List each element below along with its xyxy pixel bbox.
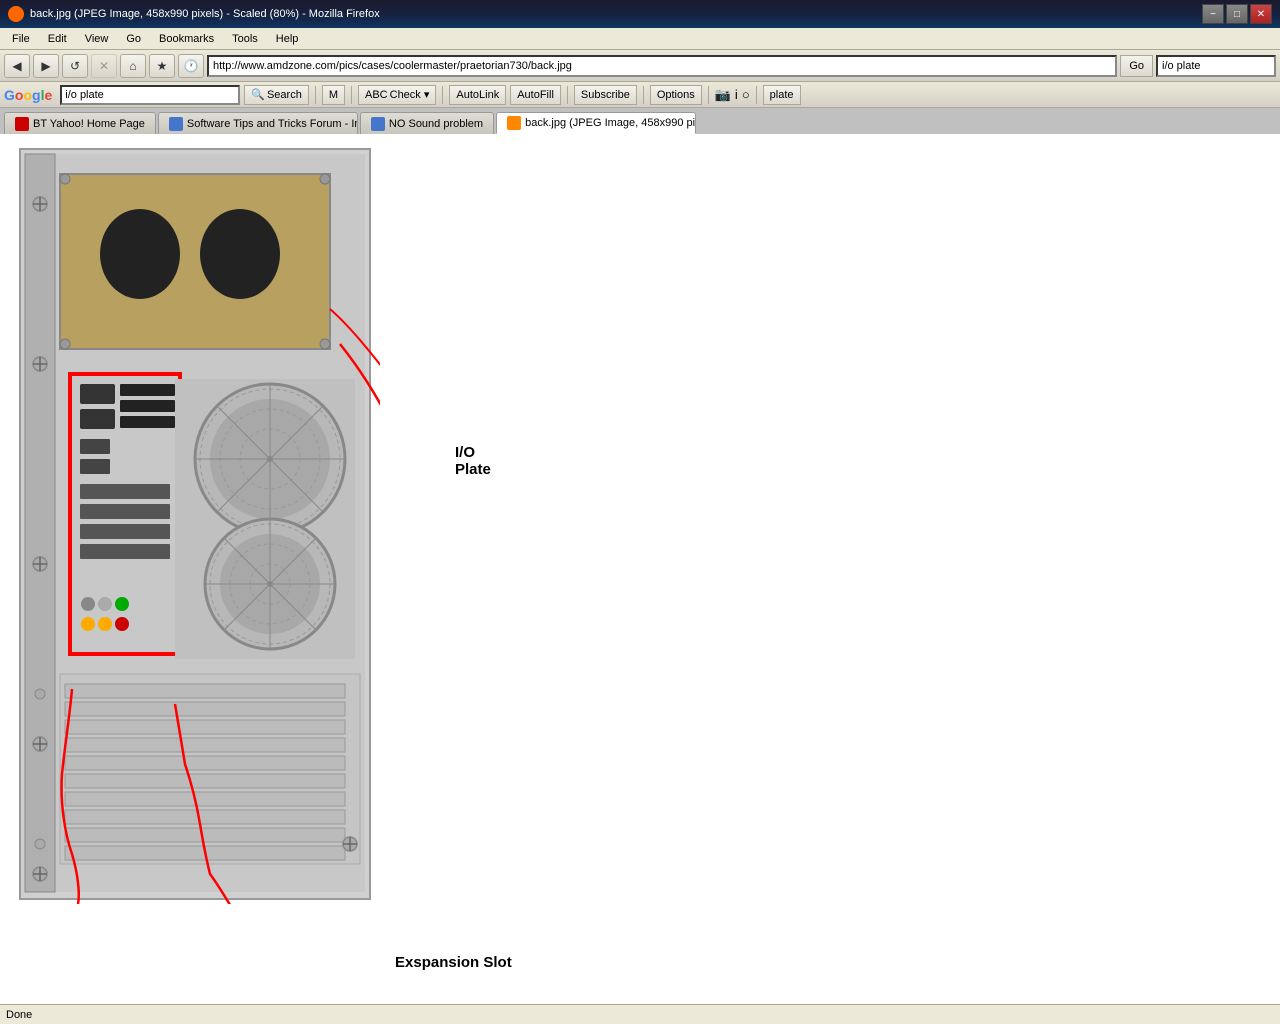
tab-forum-label: Software Tips and Tricks Forum - Inbox xyxy=(187,118,358,130)
navbar-search-input[interactable] xyxy=(1162,60,1252,72)
toolbar-separator-6 xyxy=(708,86,709,104)
google-toolbar: Google 🔍 Search M ABC Check ▾ AutoLink A… xyxy=(0,82,1280,108)
restore-button[interactable]: □ xyxy=(1226,4,1248,24)
case-image xyxy=(10,144,380,904)
io-plate-line2: Plate xyxy=(455,461,491,478)
icon-2: i xyxy=(735,87,738,102)
autofill-label: AutoFill xyxy=(517,89,554,101)
tab-sound-favicon xyxy=(371,117,385,131)
menu-bookmarks[interactable]: Bookmarks xyxy=(151,31,222,47)
home-button[interactable]: ⌂ xyxy=(120,54,146,78)
address-bar-container xyxy=(207,55,1117,77)
expansion-slot-label: Exspansion Slot xyxy=(395,954,512,971)
tab-image-label: back.jpg (JPEG Image, 458x990 pixels) - … xyxy=(525,117,696,129)
tab-yahoo-label: BT Yahoo! Home Page xyxy=(33,118,145,130)
menu-file[interactable]: File xyxy=(4,31,38,47)
toolbar-separator-4 xyxy=(567,86,568,104)
plate-button[interactable]: plate xyxy=(763,85,801,105)
history-button[interactable]: 🕐 xyxy=(178,54,204,78)
tabs-bar: BT Yahoo! Home Page Software Tips and Tr… xyxy=(0,108,1280,134)
google-search-input[interactable] xyxy=(62,89,212,101)
status-text: Done xyxy=(6,1009,32,1021)
check-icon: ABC xyxy=(365,89,388,101)
statusbar: Done xyxy=(0,1004,1280,1024)
tab-forum-favicon xyxy=(169,117,183,131)
tab-yahoo[interactable]: BT Yahoo! Home Page xyxy=(4,112,156,134)
tab-sound-label: NO Sound problem xyxy=(389,118,483,130)
toolbar-separator-2 xyxy=(351,86,352,104)
titlebar-controls: − □ ✕ xyxy=(1202,4,1272,24)
titlebar-left: back.jpg (JPEG Image, 458x990 pixels) - … xyxy=(8,6,380,22)
toolbar-separator-5 xyxy=(643,86,644,104)
google-search-button[interactable]: 🔍 Search xyxy=(244,85,309,105)
close-button[interactable]: ✕ xyxy=(1250,4,1272,24)
search-box-container xyxy=(1156,55,1276,77)
subscribe-label: Subscribe xyxy=(581,89,630,101)
bookmark-button[interactable]: ★ xyxy=(149,54,175,78)
toolbar-separator-1 xyxy=(315,86,316,104)
icon-3: ○ xyxy=(742,87,750,102)
menubar: File Edit View Go Bookmarks Tools Help xyxy=(0,28,1280,50)
reload-button[interactable]: ↺ xyxy=(62,54,88,78)
forward-button[interactable]: ▶ xyxy=(33,54,59,78)
navbar: ◀ ▶ ↺ ✕ ⌂ ★ 🕐 Go xyxy=(0,50,1280,82)
toolbar-separator-3 xyxy=(442,86,443,104)
stop-button[interactable]: ✕ xyxy=(91,54,117,78)
toolbar-separator-7 xyxy=(756,86,757,104)
options-button[interactable]: Options xyxy=(650,85,702,105)
menu-help[interactable]: Help xyxy=(268,31,307,47)
plate-label: plate xyxy=(770,89,794,101)
address-bar[interactable] xyxy=(213,60,1111,72)
io-plate-annotation: I/O Plate xyxy=(455,444,491,478)
back-button[interactable]: ◀ xyxy=(4,54,30,78)
gmail-button[interactable]: M xyxy=(322,85,345,105)
tab-image-favicon xyxy=(507,116,521,130)
expansion-slot-annotation: Exspansion Slot xyxy=(395,954,512,971)
content-area: I/O Plate Exspansion Slot xyxy=(0,134,1280,1004)
check-label: Check ▾ xyxy=(390,88,430,101)
subscribe-button[interactable]: Subscribe xyxy=(574,85,637,105)
google-search-box xyxy=(60,85,240,105)
tab-forum[interactable]: Software Tips and Tricks Forum - Inbox xyxy=(158,112,358,134)
menu-view[interactable]: View xyxy=(77,31,117,47)
minimize-button[interactable]: − xyxy=(1202,4,1224,24)
io-plate-line1: I/O xyxy=(455,444,475,461)
titlebar-title: back.jpg (JPEG Image, 458x990 pixels) - … xyxy=(30,8,380,20)
tab-image[interactable]: back.jpg (JPEG Image, 458x990 pixels) - … xyxy=(496,112,696,134)
tab-sound[interactable]: NO Sound problem xyxy=(360,112,494,134)
autofill-button[interactable]: AutoFill xyxy=(510,85,561,105)
menu-go[interactable]: Go xyxy=(118,31,149,47)
spellcheck-button[interactable]: ABC Check ▾ xyxy=(358,85,436,105)
search-icon: 🔍 xyxy=(251,88,265,101)
menu-tools[interactable]: Tools xyxy=(224,31,266,47)
options-label: Options xyxy=(657,89,695,101)
titlebar: back.jpg (JPEG Image, 458x990 pixels) - … xyxy=(0,0,1280,28)
go-button[interactable]: Go xyxy=(1120,55,1153,77)
icon-1: 📷 xyxy=(715,87,731,103)
tab-yahoo-favicon xyxy=(15,117,29,131)
autolink-button[interactable]: AutoLink xyxy=(449,85,506,105)
firefox-icon xyxy=(8,6,24,22)
google-logo: Google xyxy=(4,87,52,103)
menu-edit[interactable]: Edit xyxy=(40,31,75,47)
autolink-label: AutoLink xyxy=(456,89,499,101)
